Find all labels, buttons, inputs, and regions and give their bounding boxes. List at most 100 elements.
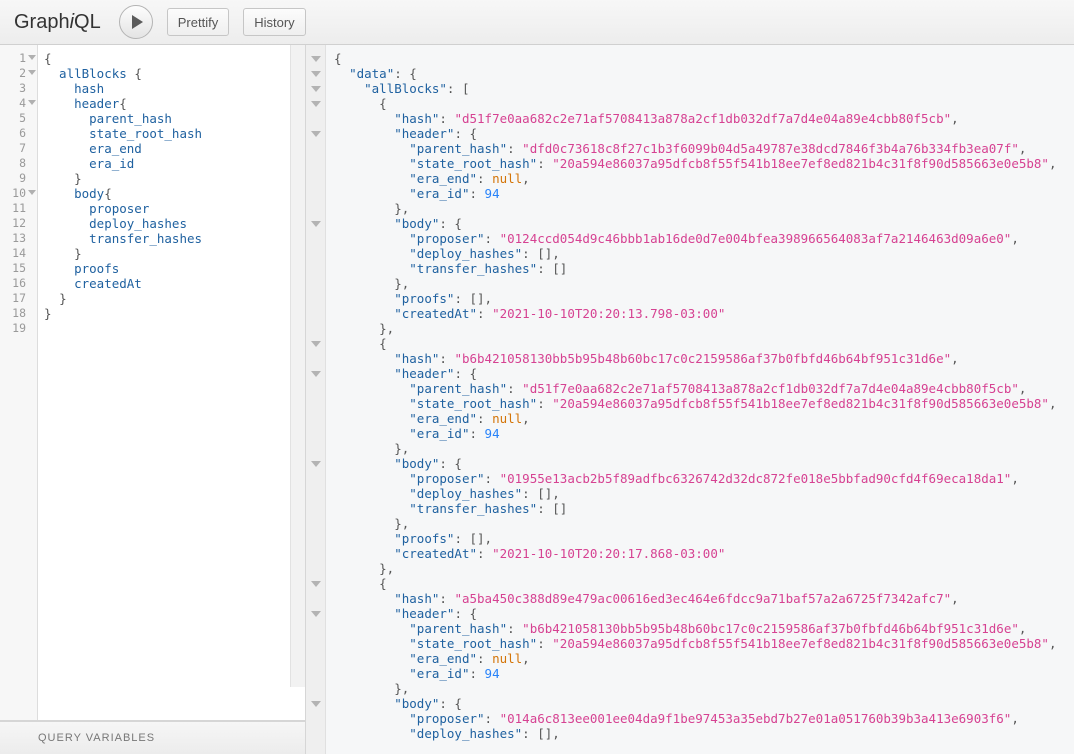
json-token: :: [507, 141, 523, 156]
editor-line-number: 12: [12, 216, 26, 230]
query-editor[interactable]: 1 2 3 4 5 6 7 8 9 10 11 12 13 14 15 16 17 18 19 { allBlock…: [0, 45, 305, 721]
json-token: "era_end": [409, 171, 477, 186]
result-gutter-row: [306, 666, 325, 681]
query-code-line: deploy_hashes: [44, 216, 187, 231]
json-token: :: [469, 426, 485, 441]
json-token: 94: [484, 186, 500, 201]
result-pane: { "data": { "allBlocks": [ { "hash": "d5…: [306, 45, 1074, 754]
query-code-line: header{: [44, 96, 127, 111]
editor-scrollbar[interactable]: [290, 45, 305, 687]
result-gutter-row: [306, 246, 325, 261]
editor-line-number: 1: [0, 51, 37, 66]
json-token: "deploy_hashes": [409, 486, 523, 501]
result-json-viewer[interactable]: { "data": { "allBlocks": [ { "hash": "d5…: [326, 45, 1074, 754]
fold-triangle-icon[interactable]: [311, 371, 321, 377]
json-token: : {: [394, 66, 417, 81]
result-json-line: "era_id": 94: [334, 186, 1074, 201]
result-json-line: "transfer_hashes": []: [334, 501, 1074, 516]
json-token: "0124ccd054d9c46bbb1ab16de0d7e004bfea398…: [499, 231, 1012, 246]
fold-triangle-icon[interactable]: [311, 581, 321, 587]
json-token: : [],: [454, 531, 493, 546]
result-scrollbar[interactable]: [1066, 45, 1074, 754]
history-button[interactable]: History: [243, 8, 306, 36]
result-gutter-row: [306, 516, 325, 531]
json-token: : [],: [522, 486, 560, 501]
json-token: "proofs": [394, 291, 455, 306]
query-code-area[interactable]: { allBlocks { hash header{ parent_hash s…: [38, 45, 305, 720]
result-gutter-row: [306, 696, 325, 711]
fold-triangle-icon[interactable]: [311, 56, 321, 62]
json-token: ,: [1048, 396, 1057, 411]
json-token: "hash": [394, 591, 440, 606]
fold-triangle-icon[interactable]: [311, 461, 321, 467]
json-token: null: [492, 171, 523, 186]
fold-triangle-icon[interactable]: [311, 71, 321, 77]
json-token: "hash": [394, 111, 440, 126]
json-token: "proposer": [409, 231, 485, 246]
fold-triangle-icon[interactable]: [311, 86, 321, 92]
query-code-line: era_end: [44, 141, 142, 156]
play-icon: [132, 15, 144, 29]
result-json-line: "era_end": null,: [334, 171, 1074, 186]
json-token: "data": [349, 66, 395, 81]
prettify-button[interactable]: Prettify: [166, 8, 230, 36]
result-gutter-row: [306, 51, 325, 66]
result-gutter-row: [306, 186, 325, 201]
execute-query-button[interactable]: [118, 5, 153, 39]
editor-line-number: 18: [12, 306, 26, 320]
json-token: "era_end": [409, 411, 477, 426]
json-token: "era_id": [409, 666, 470, 681]
fold-triangle-icon[interactable]: [311, 611, 321, 617]
fold-triangle-icon[interactable]: [28, 190, 36, 195]
result-json-line: "state_root_hash": "20a594e86037a95dfcb8…: [334, 636, 1074, 651]
fold-triangle-icon[interactable]: [28, 55, 36, 60]
json-token: },: [394, 201, 410, 216]
fold-triangle-icon[interactable]: [311, 131, 321, 137]
query-code-line: }: [44, 306, 52, 321]
json-token: ,: [522, 411, 530, 426]
query-code-line: body{: [44, 186, 112, 201]
result-json-line: "transfer_hashes": []: [334, 261, 1074, 276]
fold-triangle-icon[interactable]: [28, 100, 36, 105]
json-token: 94: [484, 666, 500, 681]
result-gutter-row: [306, 351, 325, 366]
json-token: :: [439, 591, 455, 606]
fold-triangle-icon[interactable]: [311, 221, 321, 227]
fold-triangle-icon[interactable]: [311, 341, 321, 347]
result-fold-gutter[interactable]: [306, 45, 326, 754]
json-token: : {: [454, 366, 478, 381]
fold-triangle-icon[interactable]: [311, 701, 321, 707]
json-token: "2021-10-10T20:20:13.798-03:00": [492, 306, 726, 321]
result-json-line: "proposer": "014a6c813ee001ee04da9f1be97…: [334, 711, 1074, 726]
json-token: ,: [1011, 711, 1019, 726]
query-code-line: hash: [44, 81, 105, 96]
fold-triangle-icon[interactable]: [28, 70, 36, 75]
result-json-line: "parent_hash": "b6b421058130bb5b95b48b60…: [334, 621, 1074, 636]
logo-graph-text: Graph: [14, 10, 70, 33]
query-variables-bar[interactable]: QUERY VARIABLES: [0, 721, 305, 754]
editor-line-number: 9: [19, 171, 26, 185]
result-gutter-row: [306, 231, 325, 246]
fold-triangle-icon[interactable]: [311, 101, 321, 107]
query-code-line: }: [59, 291, 67, 306]
result-gutter-row: [306, 276, 325, 291]
json-token: :: [507, 621, 523, 636]
result-json-line: "body": {: [334, 456, 1074, 471]
result-gutter-row: [306, 726, 325, 741]
json-token: : []: [537, 261, 568, 276]
query-code-line: state_root_hash: [44, 126, 203, 141]
json-token: ,: [1011, 471, 1019, 486]
editor-line-number: 19: [12, 321, 26, 335]
result-gutter-row: [306, 96, 325, 111]
editor-line-number: 15: [12, 261, 26, 275]
json-token: :: [537, 396, 553, 411]
result-json-line: "proposer": "0124ccd054d9c46bbb1ab16de0d…: [334, 231, 1074, 246]
editor-line-number: 10: [0, 186, 37, 201]
